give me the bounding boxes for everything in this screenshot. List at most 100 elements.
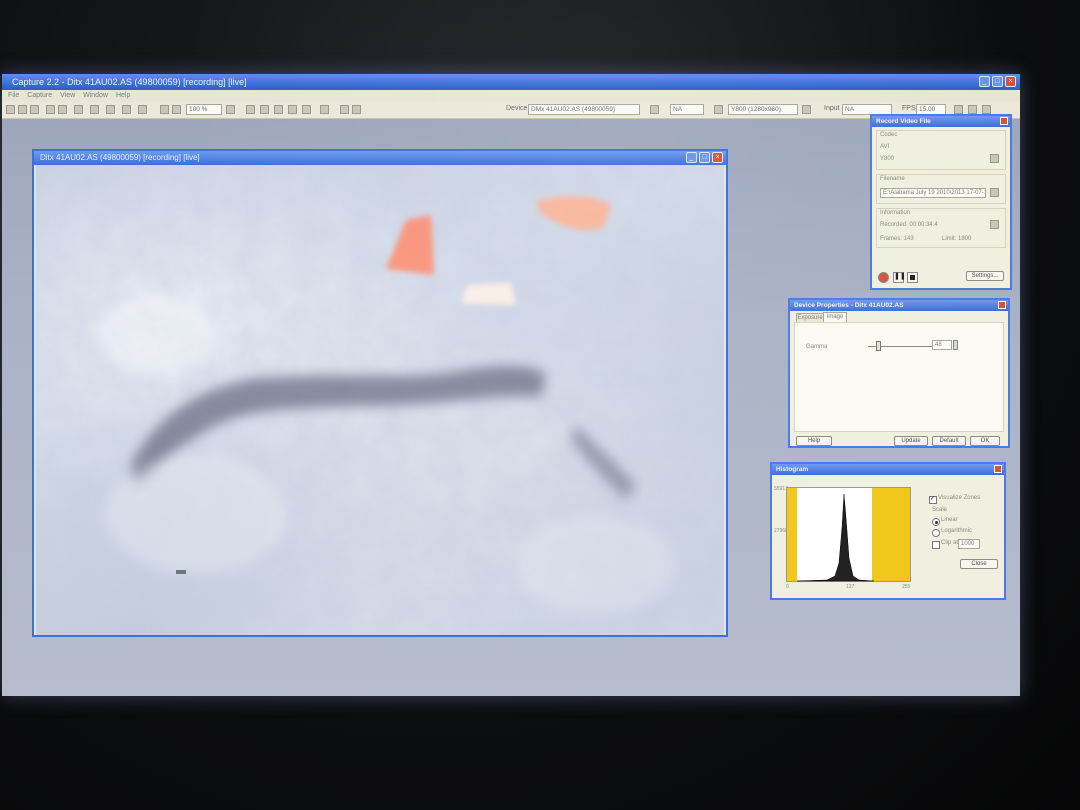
crosshair-icon[interactable] [320,105,329,114]
clip-checkbox[interactable] [932,541,940,549]
menu-capture[interactable]: Capture [27,92,52,99]
video-maximize-button[interactable]: □ [699,152,710,163]
scale-label: Scale [932,507,948,513]
close-button[interactable]: × [1005,76,1016,87]
image-tab-content [794,322,1004,432]
browse-icon[interactable] [990,188,999,197]
app-title: Capture 2.2 - Ditx 41AU02.AS (49800059) … [12,77,247,87]
print-icon[interactable] [30,105,39,114]
codec-properties-icon[interactable] [990,154,999,163]
tool-icon-7[interactable] [968,105,977,114]
recorded-time: Recorded: 00:00:34.4 [880,222,938,228]
fit-icon[interactable] [226,105,235,114]
histogram-panel-title: Histogram [772,464,1004,475]
ok-button[interactable]: OK [970,436,1000,446]
linear-label: Linear [941,517,958,523]
format-select[interactable]: NA [670,104,704,115]
device-select[interactable]: DMx 41AU02.AS (49800059) [528,104,640,115]
info-icon[interactable] [990,220,999,229]
logarithmic-radio[interactable] [932,529,940,537]
frame-limit: Limit: 1800 [942,236,972,242]
rotate-icon[interactable] [138,105,147,114]
pause-button[interactable]: ❚❚ [893,272,906,283]
device-properties-panel: Device Properties - Ditx 41AU02.AS Expos… [788,298,1010,448]
resolution-select[interactable]: Y800 (1280x960) [728,104,798,115]
tool-icon-6[interactable] [954,105,963,114]
update-button[interactable]: Update [894,436,928,446]
zoom-select[interactable]: 100 % [186,104,222,115]
zoom-in-icon[interactable] [160,105,169,114]
histogram-x-mid: 127 [846,584,855,590]
settings-button[interactable]: Settings... [966,271,1004,281]
logarithmic-label: Logarithmic [941,528,973,534]
histogram-x-left: 0 [786,584,789,590]
menu-bar: File Capture View Window Help [2,90,1020,102]
histogram-panel-close-icon[interactable] [994,465,1002,473]
visualize-zones-label: Visualize Zones [938,495,981,501]
video-close-button[interactable]: × [712,152,723,163]
information-label: Information [880,210,911,216]
live-video-feed[interactable] [36,165,724,635]
properties-icon[interactable] [90,105,99,114]
histogram-icon[interactable] [74,105,83,114]
snapshot-icon[interactable] [58,105,67,114]
fps-label: FPS [902,105,916,112]
record-icon[interactable] [46,105,55,114]
menu-window[interactable]: Window [83,92,108,99]
clip-label: Clip at [941,540,959,546]
filename-field[interactable]: E:\Alabama July 19 2010\2013 17-07-19 [880,188,986,198]
codec-type: AVI [880,144,890,150]
minimize-button[interactable]: _ [979,76,990,87]
gamma-label: Gamma [806,344,828,350]
app-titlebar: Capture 2.2 - Ditx 41AU02.AS (49800059) … [2,74,1020,90]
histogram-panel: Histogram 55917 27960 0 127 255 ✓ Visual… [770,462,1006,600]
record-panel-title: Record Video File [872,116,1010,127]
record-panel-close-icon[interactable] [1000,117,1008,125]
stop-button[interactable] [907,272,918,283]
input-icon[interactable] [802,105,811,114]
maximize-button[interactable]: □ [992,76,1003,87]
record-start-button[interactable] [878,272,889,283]
input-label: Input [824,105,840,112]
default-button[interactable]: Default [932,436,966,446]
video-window-titlebar: Ditx 41AU02.AS (49800059) [recording] [l… [34,151,726,165]
tool-icon-3[interactable] [274,105,283,114]
histogram-plot [786,487,911,582]
video-window-title: Ditx 41AU02.AS (49800059) [recording] [l… [40,153,200,162]
device-panel-close-icon[interactable] [998,301,1006,309]
toolbar: 100 % Device DMx 41AU02.AS (49800059) NA… [2,102,1020,119]
tool-icon-8[interactable] [982,105,991,114]
gamma-value-field[interactable]: 48 [932,340,952,350]
device-settings-icon[interactable] [650,105,659,114]
gamma-spinner-icon[interactable] [953,340,958,350]
new-icon[interactable] [6,105,15,114]
codec-label: Codec [880,132,898,138]
tool-icon-5[interactable] [302,105,311,114]
device-panel-title: Device Properties - Ditx 41AU02.AS [790,300,1008,311]
gamma-slider-thumb[interactable] [876,341,882,351]
format-icon[interactable] [714,105,723,114]
flip-icon[interactable] [122,105,131,114]
zoom-out-icon[interactable] [172,105,181,114]
pointer-icon[interactable] [340,105,349,114]
video-minimize-button[interactable]: _ [686,152,697,163]
linear-radio[interactable] [932,518,940,526]
record-video-panel: Record Video File Codec AVI Y800 Filenam… [870,114,1012,290]
tool-icon-2[interactable] [260,105,269,114]
help-button[interactable]: Help [796,436,832,446]
visualize-zones-checkbox[interactable]: ✓ [929,496,937,504]
menu-view[interactable]: View [60,92,75,99]
clip-value-field[interactable]: 1000 [958,539,980,549]
light-icon[interactable] [352,105,361,114]
histogram-close-button[interactable]: Close [960,559,998,569]
histogram-curve [796,493,875,582]
menu-help[interactable]: Help [116,92,130,99]
histogram-x-right: 255 [902,584,911,590]
overlay-icon[interactable] [106,105,115,114]
video-window: Ditx 41AU02.AS (49800059) [recording] [l… [32,149,728,637]
device-label: Device [506,105,528,112]
save-icon[interactable] [18,105,27,114]
tool-icon[interactable] [246,105,255,114]
tool-icon-4[interactable] [288,105,297,114]
menu-file[interactable]: File [8,92,19,99]
